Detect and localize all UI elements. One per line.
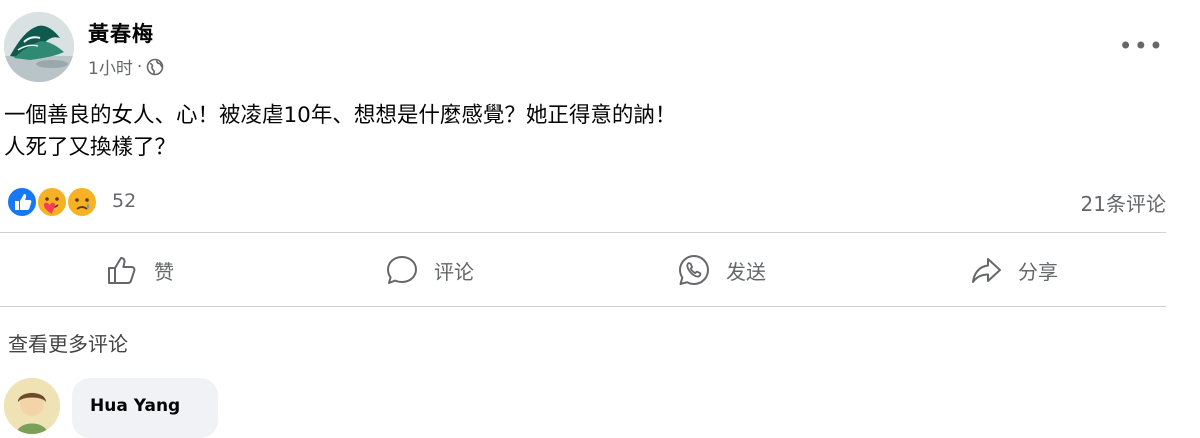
comment-avatar-image bbox=[4, 378, 60, 434]
post-meta: 1小时 · bbox=[88, 54, 164, 79]
author-name[interactable]: 黃春梅 bbox=[88, 18, 154, 48]
comment-button-label: 评论 bbox=[434, 259, 474, 284]
more-options-button[interactable]: ••• bbox=[1119, 34, 1164, 58]
send-button-label: 发送 bbox=[726, 259, 766, 284]
divider-top bbox=[0, 232, 1166, 233]
globe-icon bbox=[146, 58, 164, 76]
thumbs-up-icon bbox=[104, 252, 140, 288]
share-icon bbox=[968, 252, 1004, 288]
comment-count[interactable]: 21条评论 bbox=[1081, 188, 1166, 217]
reaction-icons[interactable] bbox=[4, 184, 100, 220]
share-button[interactable]: 分享 bbox=[968, 236, 1058, 304]
comment-avatar[interactable] bbox=[4, 378, 60, 434]
send-button[interactable]: 发送 bbox=[676, 236, 766, 304]
like-button-label: 赞 bbox=[154, 259, 174, 284]
post-time[interactable]: 1小时 bbox=[88, 54, 133, 79]
comment-button[interactable]: 评论 bbox=[384, 236, 474, 304]
sad-icon bbox=[66, 186, 98, 218]
author-avatar[interactable] bbox=[4, 12, 74, 82]
share-button-label: 分享 bbox=[1018, 259, 1058, 284]
comment-icon bbox=[384, 252, 420, 288]
post-text: 一個善良的女人、心！被凌虐10年、想想是什麼感覺？她正得意的訥！ 人死了又換樣了… bbox=[4, 103, 677, 160]
actions-row: 赞 评论 发送 分享 bbox=[0, 236, 1166, 304]
comment-author-name[interactable]: Hua Yang bbox=[90, 396, 180, 416]
view-more-comments-link[interactable]: 查看更多评论 bbox=[8, 328, 128, 357]
reaction-count[interactable]: 52 bbox=[112, 190, 136, 212]
comment-bubble: Hua Yang bbox=[72, 378, 218, 438]
like-button[interactable]: 赞 bbox=[104, 236, 174, 304]
meta-separator: · bbox=[136, 56, 143, 77]
whatsapp-icon bbox=[676, 252, 712, 288]
reactions-row: 52 21条评论 bbox=[4, 184, 1166, 220]
post-header: 黃春梅 1小时 · ••• bbox=[4, 12, 1184, 84]
author-avatar-image bbox=[4, 12, 74, 82]
divider-bottom bbox=[0, 306, 1166, 307]
